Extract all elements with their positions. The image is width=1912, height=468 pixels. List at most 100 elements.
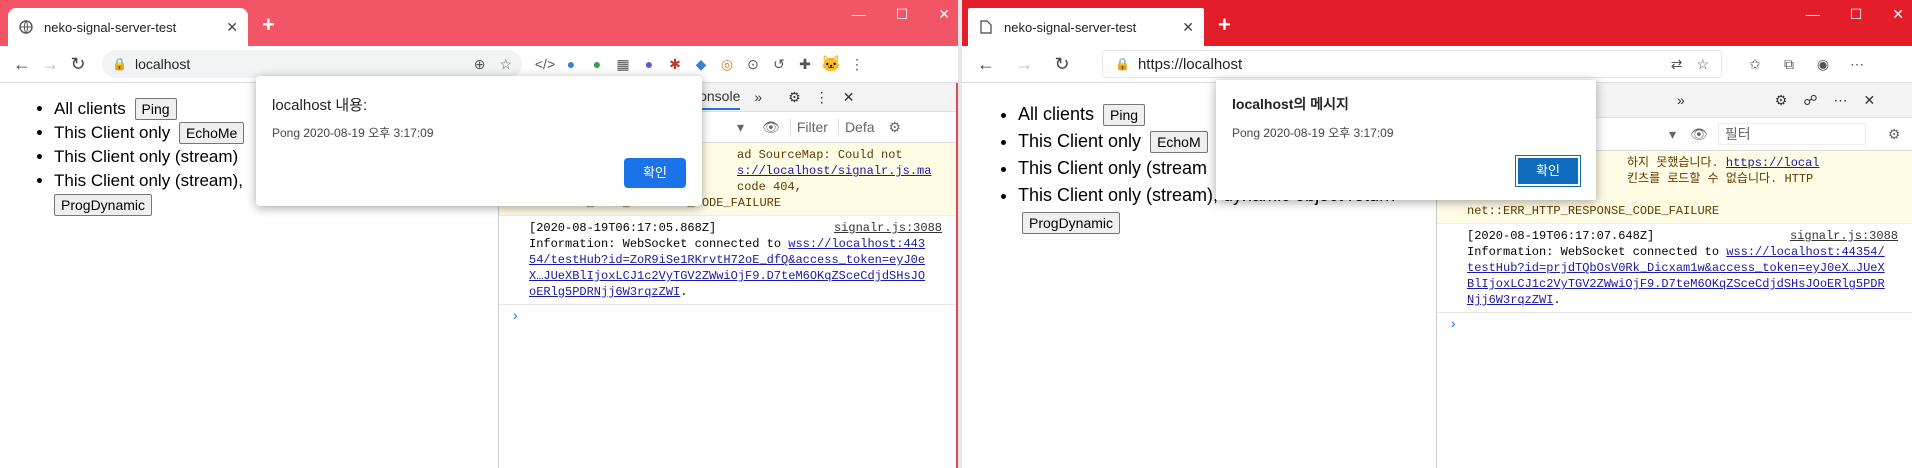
dialog-title: localhost의 메시지 bbox=[1232, 96, 1349, 112]
maximize-icon[interactable]: ☐ bbox=[896, 6, 909, 23]
console-info: signalr.js:3088 [2020-08-19T06:17:07.648… bbox=[1437, 224, 1912, 313]
close-devtools-icon[interactable]: ✕ bbox=[1864, 92, 1876, 109]
info-end: . bbox=[680, 285, 688, 299]
window-controls: — ☐ ✕ bbox=[1806, 6, 1904, 23]
star-icon[interactable]: ☆ bbox=[499, 56, 512, 73]
echome-button[interactable]: EchoM bbox=[1150, 131, 1208, 153]
translate-icon[interactable]: ⇄ bbox=[1671, 56, 1683, 73]
ext-icon[interactable]: ▦ bbox=[610, 56, 636, 73]
info-end: . bbox=[1553, 293, 1561, 307]
edge-address-bar[interactable]: 🔒 https://localhost ⇄ ☆ bbox=[1102, 50, 1722, 78]
profile-avatar-icon[interactable]: 🐱 bbox=[818, 54, 844, 74]
back-icon[interactable]: ← bbox=[972, 54, 1000, 75]
chrome-tab[interactable]: neko-signal-server-test ✕ bbox=[8, 8, 248, 46]
eye-icon[interactable]: 👁 bbox=[762, 119, 780, 136]
console-info: signalr.js:3088 [2020-08-19T06:17:05.868… bbox=[499, 216, 956, 305]
star-icon[interactable]: ☆ bbox=[1696, 56, 1709, 73]
collections-icon[interactable]: ⧉ bbox=[1776, 56, 1802, 73]
warn-link[interactable]: https://local bbox=[1726, 156, 1820, 170]
globe-icon bbox=[18, 19, 34, 35]
feedback-icon[interactable]: ☍ bbox=[1803, 92, 1817, 109]
item-label: All clients bbox=[54, 99, 126, 118]
menu-icon[interactable]: ⋮ bbox=[844, 56, 870, 73]
dialog-title: localhost 내용: bbox=[272, 97, 368, 114]
levels-dropdown[interactable]: Defa bbox=[837, 119, 875, 135]
zoom-icon[interactable]: ⊕ bbox=[474, 56, 486, 73]
settings-icon[interactable]: ⚙ bbox=[1775, 92, 1788, 109]
chrome-address-bar[interactable]: 🔒 localhost ⊕ ☆ bbox=[102, 50, 522, 78]
minimize-icon[interactable]: — bbox=[852, 6, 866, 23]
item-label: This Client only (stream bbox=[1018, 158, 1208, 178]
chrome-window: neko-signal-server-test ✕ + — ☐ ✕ ← → ↻ … bbox=[0, 0, 958, 468]
console-prompt[interactable]: › bbox=[1437, 313, 1912, 337]
more-tabs-icon[interactable]: » bbox=[754, 89, 762, 105]
close-tab-icon[interactable]: ✕ bbox=[226, 19, 238, 36]
info-text: Information: WebSocket connected to bbox=[529, 237, 782, 251]
item-label: This Client only (stream) bbox=[54, 147, 239, 166]
source-link[interactable]: signalr.js:3088 bbox=[834, 220, 942, 236]
github-icon[interactable]: ⊙ bbox=[740, 56, 766, 73]
eye-icon[interactable]: 👁 bbox=[1690, 126, 1708, 143]
close-window-icon[interactable]: ✕ bbox=[1892, 6, 1904, 23]
maximize-icon[interactable]: ☐ bbox=[1850, 6, 1863, 23]
ext-icon[interactable]: ● bbox=[636, 56, 662, 72]
ok-button[interactable]: 확인 bbox=[624, 158, 686, 188]
warn-line: net::ERR_HTTP_RESPONSE_CODE_FAILURE bbox=[1467, 204, 1720, 218]
lock-icon[interactable]: 🔒 bbox=[112, 57, 127, 71]
source-link[interactable]: signalr.js:3088 bbox=[1790, 228, 1898, 244]
code-ext-icon[interactable]: </> bbox=[532, 56, 558, 72]
close-tab-icon[interactable]: ✕ bbox=[1182, 19, 1194, 36]
bug-ext-icon[interactable]: ✱ bbox=[662, 56, 688, 73]
minimize-icon[interactable]: — bbox=[1806, 6, 1820, 23]
new-tab-icon[interactable]: + bbox=[262, 12, 275, 38]
profile-icon[interactable]: ◉ bbox=[1810, 56, 1836, 73]
item-label: This Client only bbox=[54, 123, 171, 142]
context-dropdown-icon[interactable]: ▾ bbox=[1669, 126, 1676, 143]
ext-icon[interactable]: ● bbox=[558, 56, 584, 72]
more-icon[interactable]: ⋯ bbox=[1834, 92, 1848, 109]
ping-button[interactable]: Ping bbox=[134, 98, 177, 120]
forward-icon[interactable]: → bbox=[36, 54, 64, 75]
edge-titlebar: neko-signal-server-test ✕ + — ☐ ✕ bbox=[962, 0, 1912, 46]
close-window-icon[interactable]: ✕ bbox=[938, 6, 950, 23]
ext-icon[interactable]: ◆ bbox=[688, 56, 714, 73]
forward-icon[interactable]: → bbox=[1010, 54, 1038, 75]
page-icon bbox=[978, 19, 994, 35]
edge-tab-title: neko-signal-server-test bbox=[1004, 19, 1137, 35]
console-prompt[interactable]: › bbox=[499, 305, 956, 329]
dialog-message: Pong 2020-08-19 오후 3:17:09 bbox=[272, 126, 434, 140]
edge-toolbar: ← → ↻ 🔒 https://localhost ⇄ ☆ ✩ ⧉ ◉ ⋯ bbox=[962, 46, 1912, 83]
close-devtools-icon[interactable]: ✕ bbox=[843, 89, 855, 106]
echome-button[interactable]: EchoMe bbox=[178, 122, 245, 144]
item-label: This Client only (stream), bbox=[54, 171, 243, 190]
more-tabs-icon[interactable]: » bbox=[1677, 92, 1685, 108]
favorites-icon[interactable]: ✩ bbox=[1742, 56, 1768, 73]
console-settings-icon[interactable]: ⚙ bbox=[889, 119, 902, 136]
url-text: localhost bbox=[134, 56, 191, 72]
info-text: Information: WebSocket connected to bbox=[1467, 245, 1720, 259]
reload-icon[interactable]: ↻ bbox=[64, 54, 92, 75]
edge-tab[interactable]: neko-signal-server-test ✕ bbox=[968, 8, 1204, 46]
ping-button[interactable]: Ping bbox=[1103, 104, 1146, 126]
console-settings-icon[interactable]: ⚙ bbox=[1888, 126, 1901, 143]
ext-icon[interactable]: ● bbox=[584, 56, 610, 72]
item-label: All clients bbox=[1018, 104, 1095, 124]
new-tab-icon[interactable]: + bbox=[1218, 12, 1231, 38]
extensions-icon[interactable]: ✚ bbox=[792, 56, 818, 73]
more-icon[interactable]: ⋯ bbox=[1844, 56, 1870, 73]
more-icon[interactable]: ⋮ bbox=[815, 89, 829, 106]
edge-window: neko-signal-server-test ✕ + — ☐ ✕ ← → ↻ … bbox=[962, 0, 1912, 468]
filter-input[interactable]: 필터 bbox=[1717, 123, 1866, 145]
context-dropdown-icon[interactable]: ▾ bbox=[737, 119, 744, 136]
ext-icon[interactable]: ◎ bbox=[714, 56, 740, 73]
warn-line: 하지 못했습니다. bbox=[1627, 156, 1719, 170]
back-icon[interactable]: ← bbox=[8, 54, 36, 75]
lock-icon[interactable]: 🔒 bbox=[1115, 57, 1130, 71]
history-icon[interactable]: ↺ bbox=[766, 56, 792, 73]
filter-input[interactable]: Filter bbox=[789, 119, 828, 135]
ok-button[interactable]: 확인 bbox=[1515, 155, 1581, 187]
progdynamic-button[interactable]: ProgDynamic bbox=[54, 194, 153, 216]
reload-icon[interactable]: ↻ bbox=[1048, 54, 1076, 75]
progdynamic-button[interactable]: ProgDynamic bbox=[1022, 212, 1121, 234]
settings-icon[interactable]: ⚙ bbox=[788, 89, 801, 106]
